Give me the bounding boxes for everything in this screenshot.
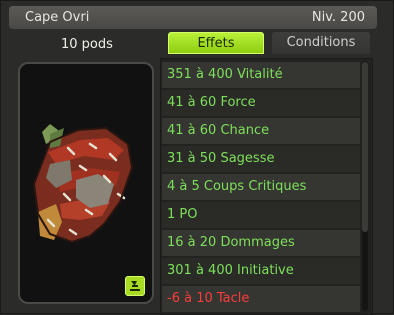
item-tooltip-panel: Cape Ovri Niv. 200 10 pods Effets Condit… [0,0,394,315]
effect-row: 31 à 50 Sagesse [162,146,360,172]
item-weight: 10 pods [61,37,113,52]
recipe-button[interactable] [125,276,145,296]
effect-row: -6 à 10 Tacle [162,286,360,312]
tab-conditions[interactable]: Conditions [272,32,370,54]
title-bar: Cape Ovri Niv. 200 [9,6,377,29]
tab-effets[interactable]: Effets [168,32,264,54]
effect-row: 41 à 60 Force [162,90,360,116]
scrollbar-thumb[interactable] [362,62,368,232]
effect-row: 16 à 20 Dommages [162,230,360,256]
effect-row: 4 à 5 Coups Critiques [162,174,360,200]
effect-row: 351 à 400 Vitalité [162,62,360,88]
item-name: Cape Ovri [25,10,90,25]
item-image-frame [18,62,154,304]
recipe-icon [130,281,140,291]
item-level: Niv. 200 [311,10,365,25]
effect-row: 1 PO [162,202,360,228]
cape-illustration [32,124,134,244]
effect-row: 301 à 400 Initiative [162,258,360,284]
effect-row: 41 à 60 Chance [162,118,360,144]
